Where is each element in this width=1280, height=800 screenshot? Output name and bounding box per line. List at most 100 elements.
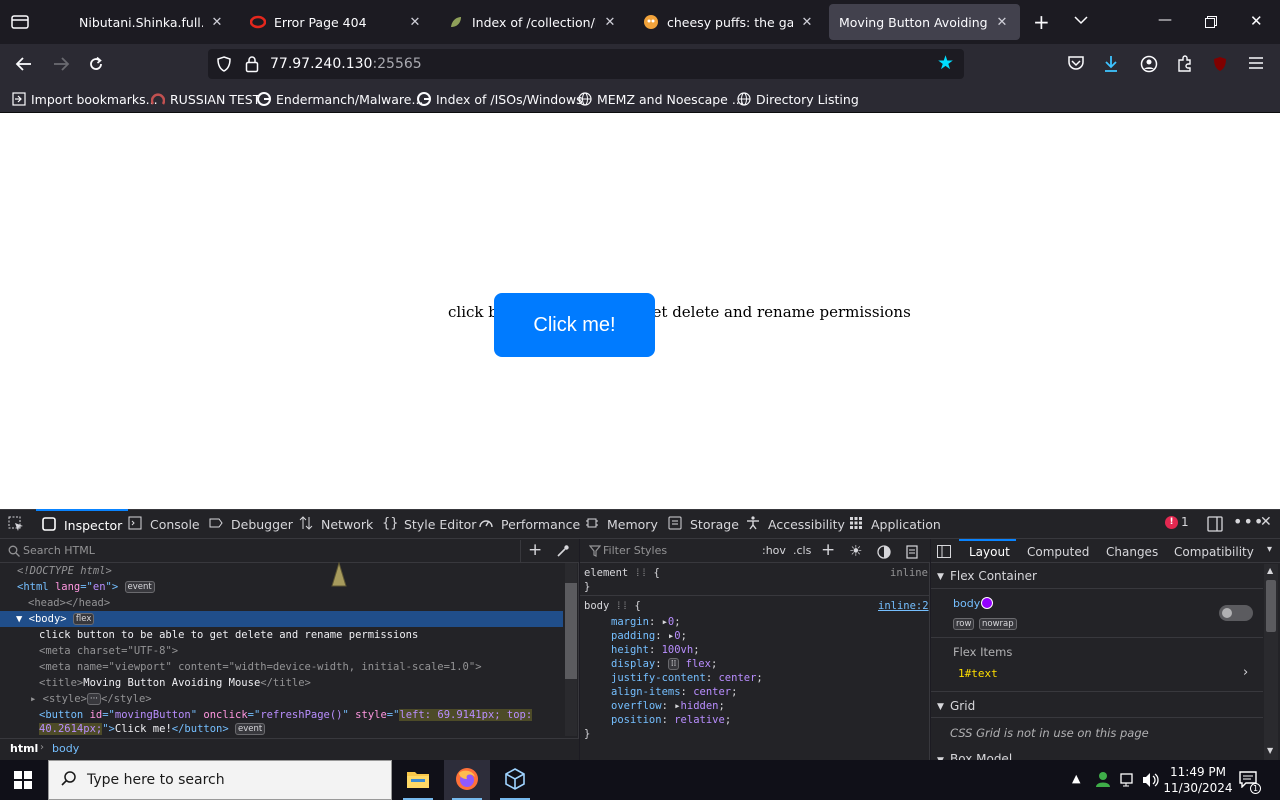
error-icon[interactable]: ! — [1165, 516, 1178, 529]
window-close-icon[interactable]: ✕ — [1250, 12, 1263, 30]
event-badge[interactable]: event — [124, 581, 155, 593]
body-node[interactable]: ▼ <body> flex — [0, 611, 563, 627]
tab-cheesy-puffs[interactable]: cheesy puffs: the game ✕ — [633, 4, 825, 40]
flex-container-header[interactable]: Flex Container — [950, 569, 1037, 583]
breadcrumb-body[interactable]: body — [52, 742, 79, 755]
tab-index-betas[interactable]: Index of /collection/Betas ✕ — [438, 4, 628, 40]
breadcrumb-html[interactable]: html — [10, 742, 38, 755]
tab-changes[interactable]: Changes — [1106, 545, 1158, 559]
chevron-down-icon[interactable] — [1074, 15, 1088, 25]
event-badge[interactable]: event — [235, 723, 266, 735]
bookmark-directory-listing[interactable]: Directory Listing — [737, 90, 859, 108]
scroll-thumb[interactable] — [1266, 580, 1276, 632]
tab-performance[interactable]: Performance — [479, 509, 580, 539]
tab-error-404[interactable]: Error Page 404 ✕ — [240, 4, 433, 40]
markup-scrollbar[interactable] — [565, 563, 577, 736]
restore-icon[interactable] — [1205, 16, 1217, 28]
close-icon[interactable]: ✕ — [602, 15, 618, 30]
tab-style-editor[interactable]: {} Style Editor — [382, 509, 476, 539]
tab-network[interactable]: Network — [299, 509, 373, 539]
toggle-pane-icon[interactable] — [937, 545, 951, 558]
element-rule[interactable]: element ⁞⁞ { — [584, 565, 660, 581]
back-icon[interactable] — [15, 56, 33, 72]
filter-styles-input[interactable]: Filter Styles — [603, 544, 667, 557]
close-icon[interactable]: ✕ — [994, 15, 1010, 30]
meta-charset-node[interactable]: <meta charset="UTF-8"> — [39, 643, 178, 659]
extensions-icon[interactable] — [1177, 55, 1193, 73]
bookmark-memz[interactable]: MEMZ and Noescape ... — [578, 90, 744, 108]
collapsed-badge[interactable]: ··· — [86, 693, 102, 705]
dock-side-icon[interactable] — [1207, 516, 1223, 532]
volume-icon[interactable] — [1142, 772, 1160, 788]
button-node-cont[interactable]: 40.2614px;">Click me!</button> event — [39, 721, 266, 737]
layout-scrollbar[interactable]: ▲ ▼ — [1264, 564, 1278, 760]
reload-icon[interactable] — [88, 56, 104, 72]
firefox-app[interactable] — [444, 760, 490, 800]
cls-toggle[interactable]: .cls — [793, 544, 811, 557]
error-count[interactable]: 1 — [1181, 515, 1189, 529]
flex-badge[interactable]: flex — [72, 613, 95, 625]
new-tab-icon[interactable]: + — [1033, 10, 1050, 34]
tab-inspector[interactable]: Inspector — [36, 509, 129, 539]
body-rule[interactable]: body ⁞⁞ { — [584, 598, 641, 614]
lock-icon[interactable] — [245, 55, 259, 73]
doctype-node[interactable]: <!DOCTYPE html> — [17, 563, 112, 579]
box-model-header[interactable]: Box Model — [950, 752, 1012, 760]
highlight-color-swatch[interactable] — [981, 597, 993, 609]
html-node[interactable]: <html lang="en"> event — [17, 579, 155, 595]
body-rule-source[interactable]: inline:2 — [878, 598, 929, 614]
dark-mode-icon[interactable] — [877, 545, 891, 559]
windows-start-icon[interactable] — [14, 771, 32, 789]
bookmark-russian-test[interactable]: RUSSIAN TEST — [150, 90, 260, 108]
flex-toggle-icon[interactable]: ⁞⁞ — [667, 658, 680, 670]
bookmark-endermanch[interactable]: Endermanch/Malware... — [257, 90, 423, 108]
flex-item[interactable]: 1#text — [958, 667, 998, 680]
tab-compatibility[interactable]: Compatibility — [1174, 545, 1254, 559]
tab-accessibility[interactable]: Accessibility — [746, 509, 845, 539]
file-explorer-app[interactable] — [395, 760, 441, 800]
close-icon[interactable]: ✕ — [209, 15, 225, 30]
expand-arrow-icon[interactable]: ▼ — [937, 572, 944, 582]
title-node[interactable]: <title>Moving Button Avoiding Mouse</tit… — [39, 675, 311, 691]
taskbar-search-box[interactable]: Type here to search — [48, 760, 392, 800]
moving-click-button[interactable]: Click me! — [494, 293, 655, 357]
close-icon[interactable]: ✕ — [799, 15, 815, 30]
shield-icon[interactable] — [216, 56, 232, 72]
tab-debugger[interactable]: Debugger — [209, 509, 293, 539]
bookmark-star-icon[interactable]: ★ — [937, 52, 954, 74]
tab-console[interactable]: Console — [128, 509, 200, 539]
account-icon[interactable] — [1140, 55, 1158, 73]
minimize-icon[interactable]: — — [1158, 12, 1172, 28]
tab-layout[interactable]: Layout — [969, 545, 1010, 559]
add-rule-icon[interactable]: + — [821, 540, 835, 560]
chevron-right-icon[interactable]: › — [1243, 665, 1248, 680]
body-text-node[interactable]: click button to be able to get delete an… — [39, 627, 418, 643]
element-picker-icon[interactable] — [8, 516, 24, 532]
flexbox-highlighter-toggle[interactable] — [1219, 605, 1253, 621]
flex-container-element[interactable]: body — [953, 597, 980, 610]
tab-moving-button[interactable]: Moving Button Avoiding Mou ✕ — [829, 4, 1020, 40]
tab-list-icon[interactable] — [11, 14, 29, 30]
head-node[interactable]: <head></head> — [28, 595, 110, 611]
tab-application[interactable]: Application — [849, 509, 941, 539]
grid-header[interactable]: Grid — [950, 699, 975, 713]
tab-computed[interactable]: Computed — [1027, 545, 1089, 559]
close-icon[interactable]: ✕ — [407, 15, 423, 30]
tab-memory[interactable]: Memory — [585, 509, 658, 539]
ublock-icon[interactable] — [1212, 56, 1228, 72]
hov-toggle[interactable]: :hov — [762, 544, 786, 557]
bookmark-import[interactable]: Import bookmarks... — [12, 90, 158, 108]
scroll-thumb[interactable] — [565, 583, 577, 679]
style-node[interactable]: ▸ <style> ··· </style> — [30, 691, 152, 707]
chevron-down-icon[interactable]: ▾ — [1267, 544, 1272, 555]
meta-viewport-node[interactable]: <meta name="viewport" content="width=dev… — [39, 659, 482, 675]
forward-icon[interactable] — [52, 56, 70, 72]
menu-icon[interactable] — [1249, 57, 1263, 69]
eyedropper-icon[interactable] — [556, 544, 570, 558]
html-search-input[interactable]: Search HTML — [23, 544, 95, 557]
light-mode-icon[interactable]: ☀ — [849, 542, 862, 560]
add-node-icon[interactable]: + — [528, 540, 542, 560]
tab-storage[interactable]: Storage — [668, 509, 739, 539]
devtools-close-icon[interactable]: ✕ — [1260, 514, 1272, 530]
network-icon[interactable] — [1119, 772, 1137, 788]
